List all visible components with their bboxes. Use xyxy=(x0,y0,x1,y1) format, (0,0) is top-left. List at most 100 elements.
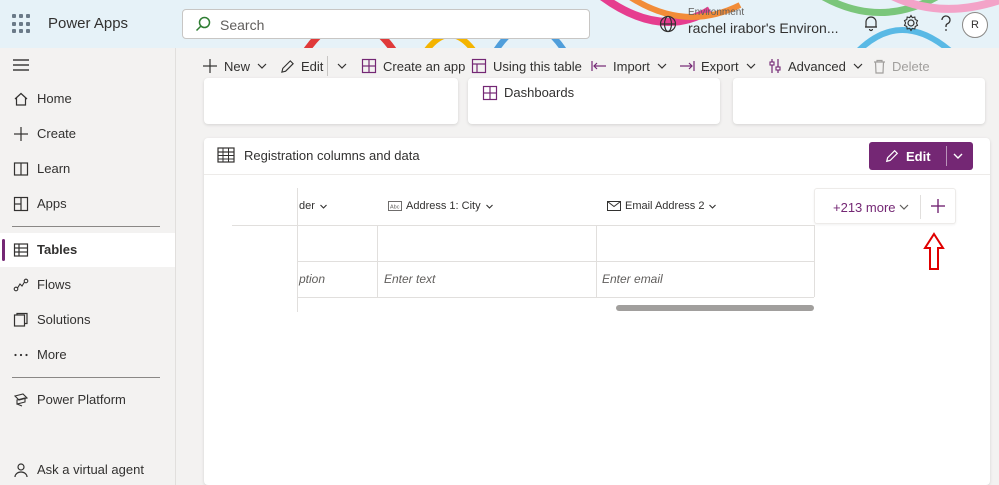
app-title[interactable]: Power Apps xyxy=(48,15,128,32)
dashboards-label: Dashboards xyxy=(504,85,575,100)
svg-text:Abc: Abc xyxy=(390,205,400,211)
edit-data-button[interactable]: Edit xyxy=(869,142,973,170)
search-input[interactable]: Search xyxy=(182,9,590,39)
import-label: Import xyxy=(613,58,650,74)
grid-line xyxy=(297,188,298,312)
chevron-down-icon xyxy=(746,63,756,69)
column-header-label: Address 1: City xyxy=(406,200,481,212)
dashboards-card[interactable]: Dashboards xyxy=(468,78,720,124)
more-icon xyxy=(14,353,28,357)
sidebar-item-home[interactable]: Home xyxy=(0,82,175,116)
pencil-icon xyxy=(281,59,294,73)
settings-gear-icon[interactable] xyxy=(902,14,920,32)
add-column-plus-icon[interactable] xyxy=(930,198,946,214)
table-icon xyxy=(217,147,235,163)
advanced-label: Advanced xyxy=(788,58,846,74)
grid-line xyxy=(297,261,814,262)
option-cell[interactable]: ption xyxy=(299,272,325,286)
solutions-icon xyxy=(13,312,28,327)
advanced-tools-icon xyxy=(769,59,781,73)
column-header[interactable]: Abc Address 1: City xyxy=(388,200,494,212)
create-app-icon xyxy=(361,58,377,74)
hamburger-menu-icon[interactable] xyxy=(13,58,29,72)
chevron-down-icon xyxy=(257,63,267,69)
environment-globe-icon xyxy=(659,15,677,33)
export-label: Export xyxy=(701,58,739,74)
table-icon xyxy=(13,243,29,257)
sidebar-item-more[interactable]: More xyxy=(0,338,175,372)
chevron-down-icon[interactable] xyxy=(336,60,348,72)
delete-label: Delete xyxy=(892,58,930,74)
grid-line xyxy=(377,225,378,297)
more-columns-button[interactable]: +213 more xyxy=(833,200,896,215)
summary-card[interactable] xyxy=(733,78,985,124)
search-icon xyxy=(195,16,211,32)
sidebar-item-solutions[interactable]: Solutions xyxy=(0,303,175,337)
email-icon xyxy=(607,201,621,211)
chevron-down-icon xyxy=(320,204,327,209)
sidebar-item-label: Solutions xyxy=(37,312,91,327)
new-button[interactable]: New xyxy=(202,56,268,76)
user-avatar[interactable]: R xyxy=(962,12,988,38)
using-this-table-button[interactable]: Using this table xyxy=(471,56,582,76)
import-button[interactable]: Import xyxy=(591,56,668,76)
search-placeholder: Search xyxy=(220,17,265,33)
sidebar-item-tables[interactable]: Tables xyxy=(0,233,175,267)
sidebar-item-flows[interactable]: Flows xyxy=(0,268,175,302)
virtual-agent-icon xyxy=(14,463,28,478)
sidebar-item-label: Learn xyxy=(37,161,71,176)
sidebar-item-power-platform[interactable]: Power Platform xyxy=(0,383,175,417)
sidebar-item-label: Create xyxy=(37,126,77,141)
edit-command-button[interactable]: Edit xyxy=(280,56,323,76)
sidebar-item-label: Power Platform xyxy=(37,392,126,407)
apps-icon xyxy=(13,196,29,212)
dashboard-icon xyxy=(482,85,498,101)
edit-data-label: Edit xyxy=(906,149,931,164)
email-cell[interactable]: Enter email xyxy=(602,272,663,286)
grid-line xyxy=(232,225,814,226)
chevron-down-icon[interactable] xyxy=(952,150,964,162)
grid-line xyxy=(297,297,814,298)
sidebar-item-apps[interactable]: Apps xyxy=(0,187,175,221)
notifications-bell-icon[interactable] xyxy=(862,14,880,32)
environment-name: rachel irabor's Environ... xyxy=(688,20,839,36)
column-header-label: der xyxy=(299,200,315,212)
flow-icon xyxy=(13,278,29,292)
virtual-agent-button[interactable]: Ask a virtual agent xyxy=(0,453,175,485)
virtual-agent-label: Ask a virtual agent xyxy=(37,462,144,477)
sidebar-item-learn[interactable]: Learn xyxy=(0,152,175,186)
grid-line xyxy=(814,225,815,297)
sidebar-item-label: Apps xyxy=(37,196,67,211)
grid-line xyxy=(596,225,597,297)
app-launcher-icon[interactable] xyxy=(12,14,32,34)
city-text-cell[interactable]: Enter text xyxy=(384,272,435,286)
top-header: Power Apps Search Environment rachel ira… xyxy=(0,0,999,48)
summary-card[interactable] xyxy=(204,78,458,124)
sidebar-item-create[interactable]: Create xyxy=(0,117,175,151)
export-button[interactable]: Export xyxy=(679,56,757,76)
more-columns-divider xyxy=(920,195,921,219)
main-content: Dashboards Registration columns and data… xyxy=(176,78,999,485)
create-app-button[interactable]: Create an app xyxy=(361,56,465,76)
plus-icon xyxy=(203,59,217,73)
environment-picker[interactable]: Environment rachel irabor's Environ... xyxy=(659,6,839,42)
chevron-down-icon xyxy=(657,63,667,69)
horizontal-scrollbar[interactable] xyxy=(616,305,814,311)
advanced-button[interactable]: Advanced xyxy=(768,56,864,76)
split-divider xyxy=(946,146,947,166)
sidebar-item-label: Home xyxy=(37,91,72,106)
chevron-down-icon xyxy=(709,204,717,209)
book-icon xyxy=(13,162,29,176)
trash-icon xyxy=(874,59,885,74)
chevron-down-icon[interactable] xyxy=(898,201,910,213)
power-platform-icon xyxy=(13,393,29,407)
sidebar-divider xyxy=(12,226,160,227)
environment-label: Environment xyxy=(688,7,745,18)
more-columns-box: +213 more xyxy=(814,188,956,224)
table-usage-icon xyxy=(471,58,487,74)
help-question-icon[interactable] xyxy=(938,14,954,32)
chevron-down-icon xyxy=(485,204,493,209)
column-header[interactable]: Email Address 2 xyxy=(607,200,717,212)
delete-button[interactable]: Delete xyxy=(873,56,930,76)
column-header[interactable]: der xyxy=(299,200,328,212)
